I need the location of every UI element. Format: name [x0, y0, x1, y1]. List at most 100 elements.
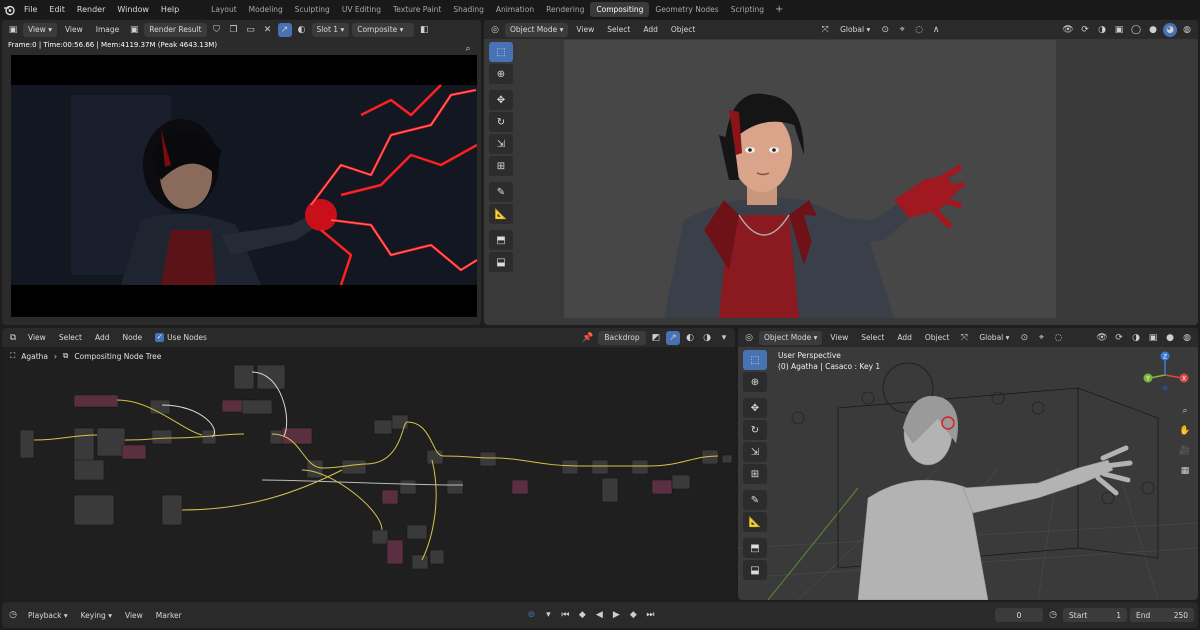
- overlay-icon[interactable]: ◑: [1095, 23, 1109, 37]
- visibility-icon[interactable]: 👁: [1061, 23, 1075, 37]
- node-box[interactable]: [73, 394, 119, 408]
- node-box[interactable]: [411, 554, 429, 570]
- node-snap-icon[interactable]: ◐: [683, 331, 697, 345]
- zoom-icon[interactable]: ⌕: [461, 42, 475, 56]
- auto-keying-icon[interactable]: ⊚: [524, 608, 538, 622]
- annotate-tool-icon[interactable]: ✎: [489, 182, 513, 202]
- proportional-edit-icon[interactable]: ◌: [1051, 331, 1065, 345]
- node-box[interactable]: [233, 364, 255, 390]
- view-mode-dropdown[interactable]: View ▾: [23, 22, 57, 37]
- backdrop-channels-icon[interactable]: ◩: [649, 331, 663, 345]
- editor-type-image-icon[interactable]: ▣: [6, 23, 20, 37]
- pivot-icon[interactable]: ⊙: [1017, 331, 1031, 345]
- new-image-icon[interactable]: ❐: [227, 23, 241, 37]
- move-tool-icon[interactable]: ✥: [743, 398, 767, 418]
- tab-sculpting[interactable]: Sculpting: [289, 2, 336, 17]
- zoom-icon[interactable]: ⌕: [1178, 404, 1192, 418]
- tab-animation[interactable]: Animation: [490, 2, 540, 17]
- image-browse-icon[interactable]: ▣: [127, 23, 141, 37]
- end-frame-field[interactable]: End 250: [1130, 608, 1195, 622]
- menu-playback[interactable]: Playback ▾: [23, 608, 73, 622]
- overlay-icon[interactable]: ◑: [1129, 331, 1143, 345]
- display-channels-icon[interactable]: ◐: [295, 23, 309, 37]
- backdrop-toggle[interactable]: Backdrop: [598, 330, 646, 345]
- gizmo-toggle-icon[interactable]: ⟳: [1112, 331, 1126, 345]
- transform-tool-icon[interactable]: ⊞: [743, 464, 767, 484]
- unlink-close-icon[interactable]: ✕: [261, 23, 275, 37]
- next-keyframe-icon[interactable]: ◆: [626, 608, 640, 622]
- menu-render[interactable]: Render: [71, 5, 111, 14]
- menu-object[interactable]: Object: [666, 23, 700, 37]
- add-cube-tool-icon[interactable]: ⬒: [489, 230, 513, 250]
- node-box[interactable]: [591, 459, 609, 475]
- menu-select[interactable]: Select: [856, 331, 889, 345]
- node-box[interactable]: [511, 479, 529, 495]
- add-object-tool-icon[interactable]: ⬓: [743, 560, 767, 580]
- node-box[interactable]: [479, 451, 497, 467]
- open-image-folder-icon[interactable]: ▭: [244, 23, 258, 37]
- node-box[interactable]: [371, 529, 389, 545]
- play-reverse-icon[interactable]: ◀: [592, 608, 606, 622]
- node-box[interactable]: [406, 524, 428, 540]
- shading-rendered-icon[interactable]: ◍: [1180, 331, 1194, 345]
- node-box[interactable]: [256, 364, 286, 390]
- node-box[interactable]: [19, 429, 35, 459]
- node-box[interactable]: [429, 549, 445, 565]
- perspective-grid-icon[interactable]: ▦: [1178, 464, 1192, 478]
- navigation-gizmo[interactable]: Z X Y: [1140, 350, 1190, 390]
- tab-texture-paint[interactable]: Texture Paint: [387, 2, 447, 17]
- pin-icon[interactable]: 📌: [581, 331, 595, 345]
- measure-tool-icon[interactable]: 📐: [489, 204, 513, 224]
- node-box[interactable]: [671, 474, 691, 490]
- orientation-dropdown[interactable]: Global ▾: [835, 23, 875, 37]
- menu-object[interactable]: Object: [920, 331, 954, 345]
- measure-tool-icon[interactable]: 📐: [743, 512, 767, 532]
- object-mode-dropdown[interactable]: Object Mode ▾: [759, 330, 823, 345]
- node-box[interactable]: [631, 459, 649, 475]
- node-box[interactable]: [341, 459, 367, 475]
- shading-wireframe-icon[interactable]: ◯: [1129, 23, 1143, 37]
- blender-logo-icon[interactable]: [0, 0, 18, 19]
- node-graph-canvas[interactable]: [2, 360, 735, 600]
- node-box[interactable]: [651, 479, 673, 495]
- tab-rendering[interactable]: Rendering: [540, 2, 590, 17]
- node-tool-icon[interactable]: ↗: [666, 330, 680, 345]
- menu-marker[interactable]: Marker: [151, 608, 187, 622]
- menu-view[interactable]: View: [571, 23, 599, 37]
- current-frame-field[interactable]: 0: [995, 608, 1044, 622]
- menu-select[interactable]: Select: [602, 23, 635, 37]
- scale-tool-icon[interactable]: ⇲: [743, 442, 767, 462]
- node-box[interactable]: [426, 449, 444, 465]
- transform-orientation-icon[interactable]: ⤧: [818, 23, 832, 37]
- sample-tool-icon[interactable]: ↗: [277, 22, 292, 37]
- add-cube-tool-icon[interactable]: ⬒: [743, 538, 767, 558]
- slot-dropdown[interactable]: Slot 1 ▾: [311, 22, 350, 37]
- menu-window[interactable]: Window: [111, 5, 155, 14]
- add-workspace-button[interactable]: +: [770, 4, 788, 15]
- menu-select[interactable]: Select: [54, 331, 87, 345]
- gizmo-toggle-icon[interactable]: ⟳: [1078, 23, 1092, 37]
- start-frame-field[interactable]: Start 1: [1063, 608, 1128, 622]
- visibility-icon[interactable]: 👁: [1095, 331, 1109, 345]
- node-box[interactable]: [391, 414, 409, 430]
- rotate-tool-icon[interactable]: ↻: [743, 420, 767, 440]
- overlay-icon[interactable]: ◑: [700, 331, 714, 345]
- select-box-tool-icon[interactable]: ⬚: [743, 350, 767, 370]
- xray-icon[interactable]: ▣: [1112, 23, 1126, 37]
- tab-layout[interactable]: Layout: [205, 2, 243, 17]
- node-box[interactable]: [446, 479, 464, 495]
- snap-icon[interactable]: ⌖: [895, 23, 909, 37]
- move-tool-icon[interactable]: ✥: [489, 90, 513, 110]
- tab-uv-editing[interactable]: UV Editing: [336, 2, 387, 17]
- editor-type-node-icon[interactable]: ⧉: [6, 331, 20, 345]
- display-mode-icon[interactable]: ◧: [417, 23, 431, 37]
- cursor-tool-icon[interactable]: ⊕: [489, 64, 513, 84]
- shading-solid-icon[interactable]: ●: [1163, 331, 1177, 345]
- select-box-tool-icon[interactable]: ⬚: [489, 42, 513, 62]
- tab-scripting[interactable]: Scripting: [725, 2, 770, 17]
- menu-node[interactable]: Node: [117, 331, 147, 345]
- node-box[interactable]: [561, 459, 579, 475]
- node-options-icon[interactable]: ▾: [717, 331, 731, 345]
- use-nodes-checkbox[interactable]: ✓ Use Nodes: [150, 331, 212, 345]
- node-box[interactable]: [73, 494, 115, 526]
